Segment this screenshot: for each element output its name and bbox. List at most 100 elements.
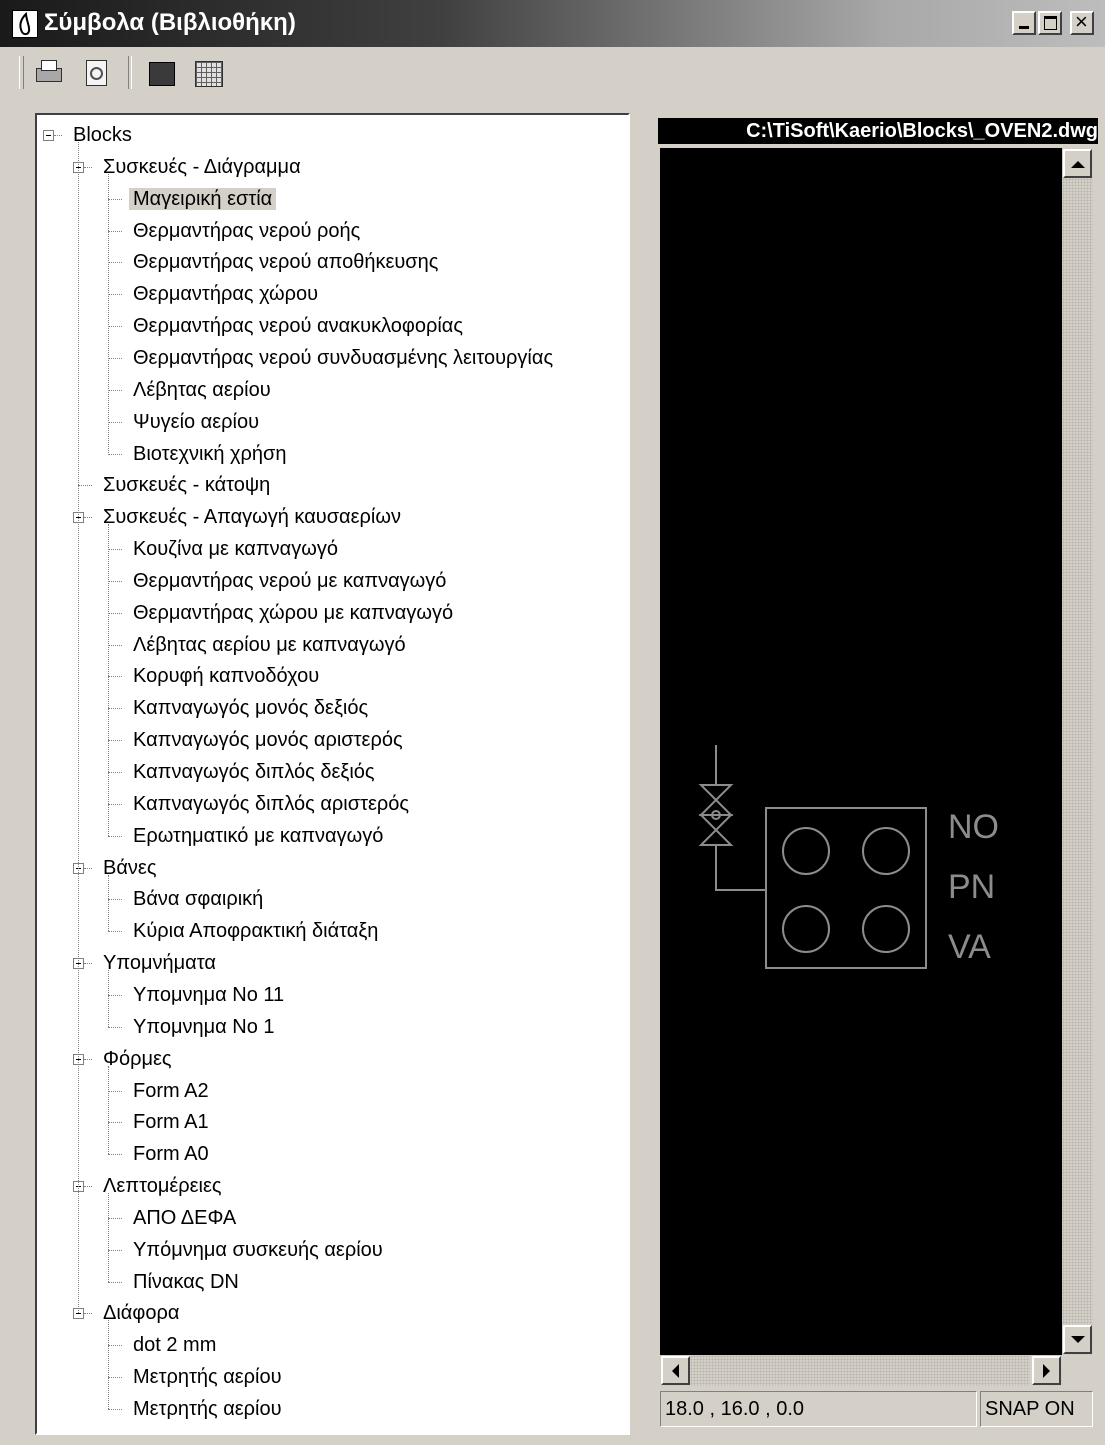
toolbar-grip[interactable] — [19, 56, 24, 89]
tree-leaf-item[interactable]: Κύρια Αποφρακτική διάταξη — [133, 916, 378, 946]
tree-leaf-item[interactable]: Κορυφή καπνοδόχου — [133, 661, 319, 691]
title-bar[interactable]: Σύμβολα (Βιβλιοθήκη) — [0, 0, 1105, 47]
preview-icon — [86, 60, 107, 86]
minimize-button[interactable] — [1012, 11, 1036, 35]
tree-category-item[interactable]: Βάνες — [103, 853, 156, 883]
tree-branch-line — [108, 357, 122, 359]
tree-category-item[interactable]: Συσκευές - κάτοψη — [103, 470, 270, 500]
tree-category-item[interactable]: Λεπτομέρειες — [103, 1171, 222, 1201]
tree-branch-line — [108, 421, 122, 423]
tree-item-label: Καπναγωγός μονός δεξιός — [133, 697, 369, 720]
tree-leaf-item[interactable]: dot 2 mm — [133, 1330, 216, 1360]
tree-branch-line — [108, 1217, 122, 1219]
tree-item-label: Θερμαντήρας νερού συνδυασμένης λειτουργί… — [133, 346, 554, 369]
tree-leaf-item[interactable]: Βάνα σφαιρική — [133, 884, 263, 914]
tree-leaf-item[interactable]: Μετρητής αερίου — [133, 1394, 282, 1424]
tree-leaf-item[interactable]: Λέβητας αερίου — [133, 375, 271, 405]
scroll-right-button[interactable] — [1032, 1356, 1061, 1385]
tree-leaf-item[interactable]: Καπναγωγός μονός αριστερός — [133, 725, 403, 755]
tree-root-item[interactable]: Blocks — [73, 120, 132, 150]
tree-item-label: Διάφορα — [103, 1302, 180, 1325]
tree-leaf-item[interactable]: Υπόμνημα συσκευής αερίου — [133, 1235, 383, 1265]
tree-leaf-item[interactable]: Υπομνημα Νο 11 — [133, 980, 284, 1010]
scrollbar-corner — [1062, 1355, 1093, 1386]
tree-leaf-item[interactable]: Θερμαντήρας νερού ανακυκλοφορίας — [133, 311, 463, 341]
tree-vertical-line — [108, 1320, 109, 1409]
tree-leaf-item[interactable]: Υπομνημα Νο 1 — [133, 1012, 275, 1042]
tree-leaf-item[interactable]: Ερωτηματικό με καπναγωγό — [133, 821, 383, 851]
horizontal-scrollbar[interactable] — [660, 1355, 1062, 1386]
tree-branch-line — [108, 803, 122, 805]
burner-bottom-right — [862, 905, 910, 953]
tree-leaf-item[interactable]: Θερμαντήρας χώρου με καπναγωγό — [133, 598, 453, 628]
tree-item-label: Blocks — [73, 124, 132, 146]
snap-status[interactable]: SNAP ON — [980, 1391, 1093, 1427]
tree-leaf-item[interactable]: ΑΠΟ ΔΕΦΑ — [133, 1203, 236, 1233]
window-title: Σύμβολα (Βιβλιοθήκη) — [44, 9, 296, 36]
tree-leaf-item[interactable]: Καπναγωγός διπλός δεξιός — [133, 757, 375, 787]
tree-leaf-item[interactable]: Form A2 — [133, 1076, 209, 1106]
tree-item-label: Κύρια Αποφρακτική διάταξη — [133, 920, 379, 943]
burner-top-right — [862, 827, 910, 875]
tree-category-item[interactable]: Υπομνήματα — [103, 948, 216, 978]
tree-item-label: Ερωτηματικό με καπναγωγό — [133, 824, 384, 847]
blocks-tree-view[interactable]: Blocks Συσκευές - Διάγραμμα Μαγειρική εστί… — [35, 113, 630, 1435]
tree-branch-line — [108, 230, 122, 232]
fill-icon — [149, 62, 175, 86]
tree-vertical-line — [108, 874, 109, 932]
scroll-left-button[interactable] — [661, 1356, 690, 1385]
tree-leaf-item[interactable]: Μετρητής αερίου — [133, 1362, 282, 1392]
tree-branch-line — [108, 676, 122, 678]
tree-leaf-item[interactable]: Μαγειρική εστία — [129, 184, 277, 214]
tree-category-item[interactable]: Φόρμες — [103, 1044, 172, 1074]
tree-leaf-item[interactable]: Θερμαντήρας νερού με καπναγωγό — [133, 566, 446, 596]
vertical-scrollbar[interactable] — [1062, 148, 1093, 1355]
tree-leaf-item[interactable]: Form A1 — [133, 1107, 209, 1137]
maximize-button[interactable] — [1038, 11, 1062, 35]
tree-item-label: Συσκευές - κάτοψη — [103, 474, 271, 497]
tree-branch-line — [108, 1345, 122, 1347]
tree-branch-line — [108, 1154, 122, 1156]
tree-branch-line — [108, 612, 122, 614]
tree-leaf-item[interactable]: Θερμαντήρας νερού αποθήκευσης — [133, 247, 438, 277]
tree-vertical-line — [108, 173, 109, 454]
tree-category-item[interactable]: Διάφορα — [103, 1298, 179, 1328]
tree-item-label: Βάνα σφαιρική — [133, 888, 264, 911]
collapse-toggle-icon[interactable] — [43, 130, 54, 141]
tree-leaf-item[interactable]: Θερμαντήρας νερού συνδυασμένης λειτουργί… — [133, 343, 553, 373]
tree-branch-line — [108, 549, 122, 551]
tree-vertical-line — [108, 524, 109, 836]
tree-leaf-item[interactable]: Κουζίνα με καπναγωγό — [133, 534, 338, 564]
pipe-line-connect — [715, 845, 766, 891]
scroll-up-button[interactable] — [1063, 149, 1092, 178]
grid-toggle-button[interactable] — [192, 57, 224, 89]
close-button[interactable] — [1070, 9, 1094, 35]
tree-item-label: Θερμαντήρας νερού με καπναγωγό — [133, 569, 447, 592]
tree-item-label: Βάνες — [103, 856, 157, 879]
tree-item-label: Form A0 — [133, 1143, 209, 1166]
tree-leaf-item[interactable]: Θερμαντήρας νερού ροής — [133, 216, 360, 246]
tree-branch-line — [108, 899, 122, 901]
tree-leaf-item[interactable]: Θερμαντήρας χώρου — [133, 279, 318, 309]
tree-leaf-item[interactable]: Ψυγείο αερίου — [133, 407, 259, 437]
tree-item-label: Form A2 — [133, 1079, 209, 1102]
status-bar: 18.0 , 16.0 , 0.0 SNAP ON — [660, 1391, 1093, 1427]
tree-leaf-item[interactable]: Form A0 — [133, 1139, 209, 1169]
coordinates-readout: 18.0 , 16.0 , 0.0 — [660, 1391, 977, 1427]
scroll-down-button[interactable] — [1063, 1325, 1092, 1354]
tree-item-label: Καπναγωγός μονός αριστερός — [133, 729, 403, 752]
tree-branch-line — [108, 708, 122, 710]
tree-leaf-item[interactable]: Πίνακας DN — [133, 1267, 239, 1297]
tree-leaf-item[interactable]: Βιοτεχνική χρήση — [133, 439, 287, 469]
background-fill-button[interactable] — [146, 57, 178, 89]
tree-leaf-item[interactable]: Καπναγωγός μονός δεξιός — [133, 693, 368, 723]
print-preview-button[interactable] — [80, 57, 112, 89]
tree-category-item[interactable]: Συσκευές - Απαγωγή καυσαερίων — [103, 502, 401, 532]
drawing-canvas[interactable]: NO PN VA — [660, 148, 1062, 1355]
arrow-left-icon — [665, 1364, 679, 1378]
tree-leaf-item[interactable]: Καπναγωγός διπλός αριστερός — [133, 789, 409, 819]
print-button[interactable] — [32, 57, 64, 89]
tree-leaf-item[interactable]: Λέβητας αερίου με καπναγωγό — [133, 630, 406, 660]
tree-item-label: Form A1 — [133, 1111, 209, 1134]
tree-category-item[interactable]: Συσκευές - Διάγραμμα — [103, 152, 301, 182]
